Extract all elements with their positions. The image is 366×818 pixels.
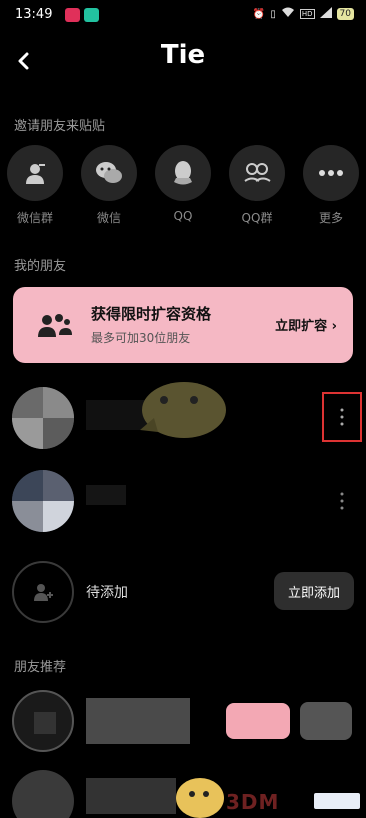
wechat-group-icon <box>26 164 45 184</box>
recommended-dismiss-button[interactable] <box>300 702 352 740</box>
friend-name-redacted <box>86 485 126 505</box>
add-person-icon <box>34 584 53 601</box>
chevron-right-icon: › <box>331 319 337 334</box>
mascot-sticker <box>176 778 224 818</box>
more-dots-icon <box>319 170 343 176</box>
status-time: 13:49 <box>15 7 53 22</box>
signal-icon <box>319 7 332 21</box>
friends-section-label: 我的朋友 <box>14 259 67 274</box>
share-wechat-button[interactable]: 微信 <box>78 145 140 226</box>
expand-now-link[interactable]: 立即扩容 › <box>275 315 337 334</box>
friend-more-options-button[interactable] <box>322 392 362 442</box>
share-more-button[interactable]: 更多 <box>300 145 362 226</box>
recommend-section-label: 朋友推荐 <box>14 660 67 675</box>
vibrate-icon: ▯ <box>270 8 276 20</box>
invite-section-label: 邀请朋友来贴贴 <box>14 119 106 134</box>
status-icons: ⏰ ▯ HD 70 <box>253 7 354 21</box>
notification-app-icon <box>65 8 80 22</box>
add-now-button[interactable]: 立即添加 <box>274 572 354 610</box>
pending-friend-avatar <box>12 561 74 623</box>
wifi-icon <box>281 7 295 21</box>
friends-group-icon <box>38 314 72 337</box>
promo-subtitle: 最多可加30位朋友 <box>91 331 191 345</box>
watermark-logo <box>314 793 360 809</box>
promo-title: 获得限时扩容资格 <box>91 305 212 323</box>
wechat-icon <box>96 162 122 183</box>
qq-icon <box>174 161 192 185</box>
recommended-avatar[interactable] <box>12 690 74 752</box>
friend-more-options-button[interactable] <box>322 478 362 528</box>
qq-group-icon <box>244 163 271 182</box>
recommended-name-redacted <box>86 778 176 814</box>
notification-app-icon <box>84 8 99 22</box>
recommended-name-redacted <box>86 698 190 744</box>
share-wechat-group-button[interactable]: 微信群 <box>4 145 66 226</box>
friend-avatar[interactable] <box>12 470 74 532</box>
friend-avatar[interactable] <box>12 387 74 449</box>
vertical-dots-icon <box>340 492 344 510</box>
mascot-sticker <box>140 382 226 438</box>
watermark: 3DM <box>226 790 280 814</box>
vertical-dots-icon <box>340 408 344 426</box>
battery-indicator: 70 <box>336 8 354 20</box>
hd-icon: HD <box>299 9 315 19</box>
expand-capacity-banner[interactable]: 获得限时扩容资格 最多可加30位朋友 立即扩容 › <box>13 287 353 363</box>
alarm-icon: ⏰ <box>252 8 266 20</box>
pending-label: 待添加 <box>86 585 128 601</box>
recommended-add-button[interactable] <box>226 703 290 739</box>
status-bar: 13:49 ⏰ ▯ HD 70 <box>0 0 366 30</box>
page-title: Tie <box>160 40 206 70</box>
share-qq-button[interactable]: QQ <box>152 145 214 223</box>
recommended-avatar[interactable] <box>12 770 74 818</box>
share-qq-group-button[interactable]: QQ群 <box>226 145 288 226</box>
